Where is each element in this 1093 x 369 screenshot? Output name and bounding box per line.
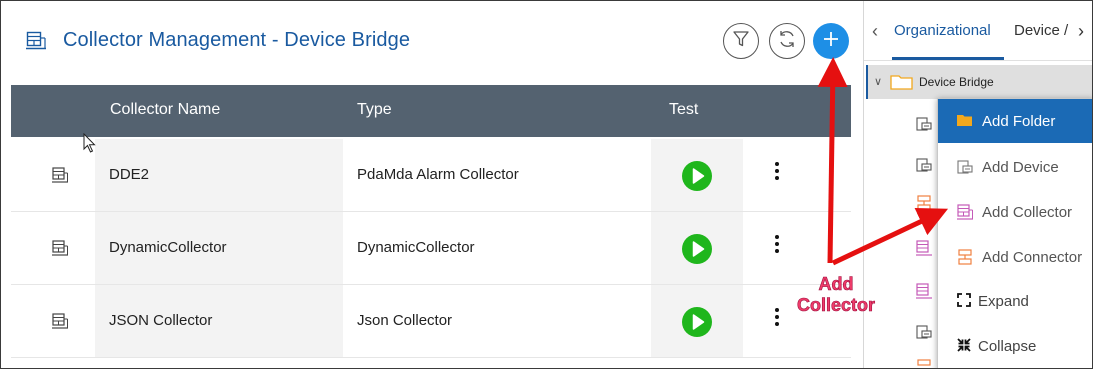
connector-icon[interactable] [915, 194, 933, 212]
collector-icon [52, 313, 68, 329]
collapse-icon [957, 338, 971, 352]
connector-icon [958, 249, 972, 265]
annotation-label: Add Collector [781, 274, 891, 316]
menu-item-label: Add Folder [982, 113, 1056, 130]
collector-icon[interactable] [915, 239, 933, 257]
page-title: Collector Management - Device Bridge [63, 29, 411, 51]
column-header-type[interactable]: Type [357, 101, 392, 119]
column-header-collector-name[interactable]: Collector Name [110, 101, 220, 119]
menu-item-add-connector[interactable]: Add Connector [938, 235, 1092, 279]
collector-icon [957, 204, 973, 220]
chevron-right-icon[interactable]: › [1078, 21, 1084, 42]
test-cell [651, 139, 743, 211]
collector-icon [52, 167, 68, 183]
more-options-icon[interactable] [773, 159, 781, 185]
menu-item-label: Add Collector [982, 204, 1073, 221]
connector-icon[interactable] [915, 358, 933, 369]
row-icon-cell [11, 285, 95, 357]
tree-node-device-bridge[interactable]: ∨ Device Bridge [866, 65, 1092, 99]
plus-icon [821, 29, 841, 54]
table-row[interactable]: DynamicCollector DynamicCollector [11, 212, 851, 285]
collector-name: JSON Collector [109, 312, 213, 329]
collector-icon [52, 240, 68, 256]
menu-item-label: Add Device [982, 159, 1059, 176]
menu-item-label: Collapse [978, 338, 1037, 355]
row-icon-cell [11, 212, 95, 284]
expand-icon [957, 293, 971, 307]
run-test-button[interactable] [682, 161, 712, 191]
column-header-test[interactable]: Test [669, 101, 698, 119]
play-icon [692, 241, 705, 257]
tree-context-menu: Add Folder Add Device Add Collector Add … [937, 98, 1092, 368]
more-options-icon[interactable] [773, 232, 781, 258]
collector-icon[interactable] [915, 282, 933, 300]
table-header: Collector Name Type Test [11, 85, 851, 137]
play-icon [692, 314, 705, 330]
refresh-icon [776, 28, 798, 55]
device-icon[interactable] [915, 323, 933, 341]
collector-type: DynamicCollector [357, 239, 475, 256]
menu-item-collapse[interactable]: Collapse [938, 324, 1092, 368]
collector-name-cell: JSON Collector [95, 285, 343, 357]
menu-item-label: Add Connector [982, 249, 1083, 266]
menu-item-add-folder[interactable]: Add Folder [938, 99, 1092, 143]
mouse-cursor-icon [83, 133, 96, 153]
menu-item-add-collector[interactable]: Add Collector [938, 190, 1092, 234]
refresh-button[interactable] [769, 23, 805, 59]
chevron-left-icon[interactable]: ‹ [872, 21, 878, 42]
chevron-down-icon[interactable]: ∨ [874, 75, 882, 88]
device-icon[interactable] [915, 156, 933, 174]
folder-icon [957, 115, 972, 126]
add-collector-button[interactable] [813, 23, 849, 59]
filter-icon [731, 29, 751, 54]
collector-name: DDE2 [109, 166, 150, 183]
collector-name-cell: DDE2 [95, 139, 343, 211]
tree-node-label: Device Bridge [919, 75, 994, 89]
annotation-line: Add [818, 274, 854, 295]
menu-item-label: Expand [978, 293, 1029, 310]
table-row[interactable]: JSON Collector Json Collector [11, 285, 851, 358]
app-window: Collector Management - Device Bridge Col… [0, 0, 1093, 369]
collector-name-cell: DynamicCollector [95, 212, 343, 284]
collector-management-panel: Collector Management - Device Bridge Col… [1, 1, 861, 368]
active-tab-indicator [892, 57, 1004, 60]
filter-button[interactable] [723, 23, 759, 59]
tab-organizational[interactable]: Organizational [894, 22, 991, 39]
collector-type: PdaMda Alarm Collector [357, 166, 519, 183]
menu-item-expand[interactable]: Expand [938, 279, 1092, 323]
run-test-button[interactable] [682, 234, 712, 264]
folder-icon [890, 75, 913, 90]
annotation-line: Collector [796, 295, 876, 316]
title-bar: Collector Management - Device Bridge [1, 1, 861, 83]
device-icon [957, 160, 973, 174]
collector-icon [25, 29, 47, 51]
collector-name: DynamicCollector [109, 239, 227, 256]
collector-type: Json Collector [357, 312, 453, 329]
test-cell [651, 212, 743, 284]
more-options-icon[interactable] [773, 305, 781, 331]
menu-item-add-device[interactable]: Add Device [938, 145, 1092, 189]
device-icon[interactable] [915, 115, 933, 133]
test-cell [651, 285, 743, 357]
tree-tabs: ‹ Organizational Device / › [864, 1, 1092, 61]
tab-device[interactable]: Device / [1014, 22, 1068, 39]
table-row[interactable]: DDE2 PdaMda Alarm Collector [11, 139, 851, 212]
run-test-button[interactable] [682, 307, 712, 337]
play-icon [692, 168, 705, 184]
